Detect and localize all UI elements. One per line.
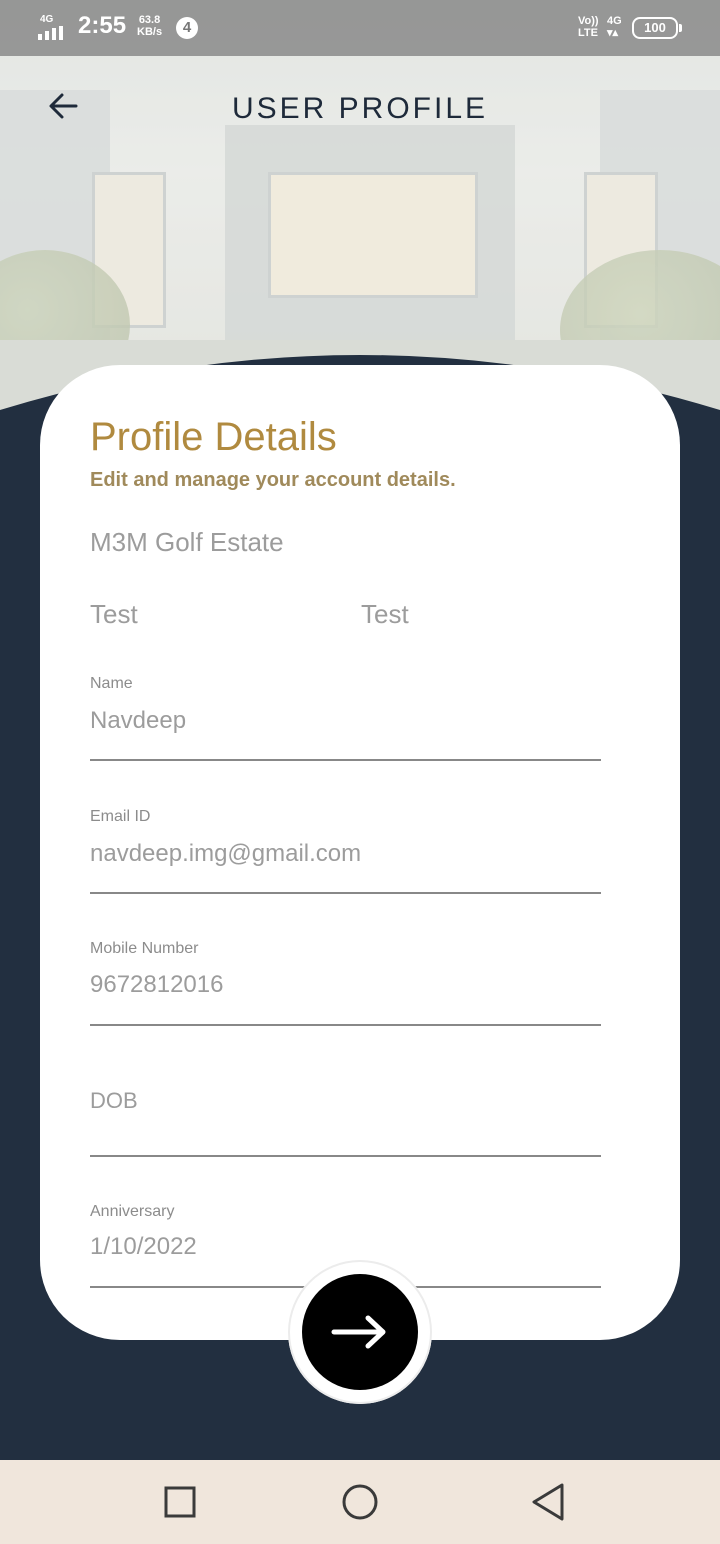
speed-value: 63.8 [138,14,161,26]
network-speed: 63.8 KB/s [137,14,162,38]
data-arrows-icon: ▾▴ [607,27,619,39]
mobile-field[interactable]: Mobile Number 9672812016 [90,936,601,1026]
volte-indicator: Vo)) LTE [578,15,599,39]
status-bar: 4G 2:55 63.8 KB/s 4 Vo)) LTE 4G ▾▴ 100 [0,0,720,56]
name-field[interactable]: Name Navdeep [90,671,601,761]
email-field[interactable]: Email ID navdeep.img@gmail.com [90,804,601,894]
page-title: USER PROFILE [231,92,489,125]
profile-heading: Profile Details [90,415,337,459]
arrow-right-icon [331,1315,386,1349]
name-input[interactable]: Navdeep [90,707,186,735]
network-type: 4G [40,14,54,25]
tower-value: Test [90,599,138,629]
anniversary-label: Anniversary [90,1203,175,1220]
clock: 2:55 [78,12,127,39]
email-input[interactable]: navdeep.img@gmail.com [90,840,361,868]
volte-bottom: LTE [578,27,598,39]
square-icon[interactable] [163,1480,197,1524]
estate-name: M3M Golf Estate [90,527,284,557]
profile-card: Profile Details Edit and manage your acc… [40,365,680,1340]
volte-top: Vo)) [578,15,599,27]
battery-icon: 100 [632,17,682,39]
email-label: Email ID [90,808,151,825]
dob-field[interactable]: DOB [90,1068,601,1157]
notification-count-badge: 4 [176,17,198,39]
system-navigation-bar [0,1460,720,1544]
unit-value: Test [361,599,409,629]
dob-input-placeholder[interactable]: DOB [90,1088,138,1114]
name-label: Name [90,675,133,692]
network-4g-label: 4G [607,15,622,27]
network-4g-indicator: 4G ▾▴ [607,15,622,39]
circle-icon[interactable] [340,1480,380,1524]
submit-button[interactable] [302,1274,418,1390]
signal-bars-icon [38,26,63,40]
profile-subheading: Edit and manage your account details. [90,469,456,491]
mobile-input[interactable]: 9672812016 [90,971,223,999]
speed-unit: KB/s [137,26,163,38]
mobile-label: Mobile Number [90,940,199,957]
triangle-back-icon[interactable] [528,1480,568,1524]
anniversary-input[interactable]: 1/10/2022 [90,1233,197,1261]
